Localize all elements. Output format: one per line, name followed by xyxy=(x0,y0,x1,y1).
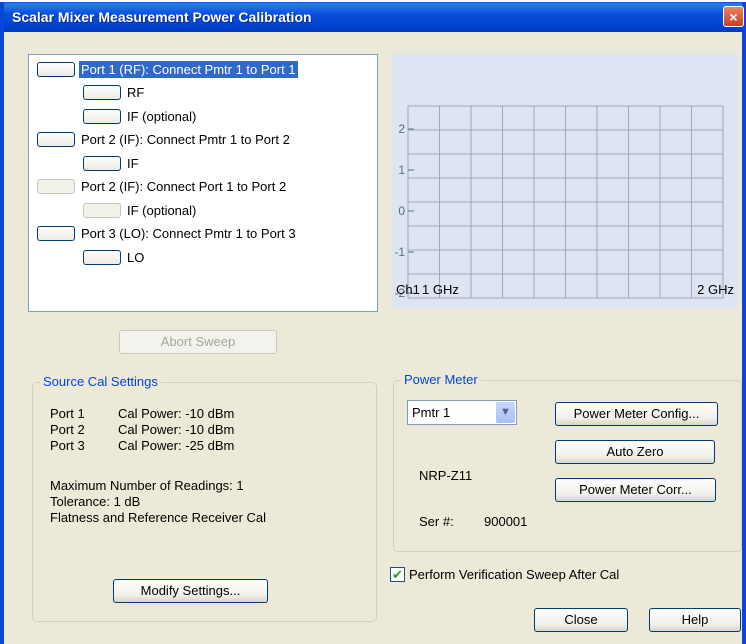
max-readings-text: Maximum Number of Readings: 1 xyxy=(50,478,244,493)
stop-frequency-label: 2 GHz xyxy=(697,282,734,297)
measure-step-button[interactable] xyxy=(37,61,75,77)
power-meter-model: NRP-Z11 xyxy=(419,468,473,483)
tree-row-label: Port 2 (IF): Connect Pmtr 1 to Port 2 xyxy=(81,132,290,147)
tolerance-text: Tolerance: 1 dB xyxy=(50,494,141,509)
power-meter-corr-button[interactable]: Power Meter Corr... xyxy=(555,478,716,502)
measure-step-button[interactable] xyxy=(37,132,75,147)
modify-settings-button[interactable]: Modify Settings... xyxy=(113,579,268,603)
tree-row-label: Port 3 (LO): Connect Pmtr 1 to Port 3 xyxy=(81,226,296,241)
power-meter-select[interactable]: Pmtr 1 ▼ xyxy=(407,400,517,425)
tree-row[interactable]: Port 3 (LO): Connect Pmtr 1 to Port 3 xyxy=(37,224,298,244)
preview-chart: 2 1 0 -1 -2 Ch1 1 GHz 2 GHz xyxy=(392,54,738,308)
tree-row[interactable]: Port 1 (RF): Connect Pmtr 1 to Port 1 xyxy=(37,59,298,79)
help-button[interactable]: Help xyxy=(649,608,741,632)
tree-row[interactable]: IF xyxy=(83,153,141,173)
channel-label: Ch1 xyxy=(396,282,420,297)
close-icon[interactable]: × xyxy=(723,6,744,27)
start-frequency-label: 1 GHz xyxy=(422,282,459,297)
serial-label: Ser #: xyxy=(419,514,454,529)
port-3-cal-power: Cal Power: -25 dBm xyxy=(118,438,235,453)
tree-row[interactable]: IF (optional) xyxy=(83,200,198,220)
measure-step-button[interactable] xyxy=(83,155,121,171)
y-tick-label: 2 xyxy=(398,122,405,136)
verification-label[interactable]: Perform Verification Sweep After Cal xyxy=(409,567,619,582)
port-2-cal-power: Cal Power: -10 dBm xyxy=(118,422,235,437)
port-2-label: Port 2 xyxy=(50,422,85,437)
measure-step-button[interactable] xyxy=(83,202,121,218)
serial-value: 900001 xyxy=(484,514,528,529)
tree-row[interactable]: Port 2 (IF): Connect Port 1 to Port 2 xyxy=(37,177,288,197)
measure-step-button[interactable] xyxy=(83,85,121,100)
title-bar[interactable]: Scalar Mixer Measurement Power Calibrati… xyxy=(4,2,744,32)
tree-row-label: IF (optional) xyxy=(127,108,197,124)
chart-grid: 210-1-2Ch1 1 GHz 2 GHz xyxy=(394,105,734,300)
flatness-text: Flatness and Reference Receiver Cal xyxy=(50,510,267,525)
abort-sweep-button[interactable]: Abort Sweep xyxy=(119,330,277,354)
tree-row[interactable]: RF xyxy=(83,83,146,103)
tree-row[interactable]: LO xyxy=(83,247,146,267)
tree-row-label: IF (optional) xyxy=(127,202,197,218)
window-title: Scalar Mixer Measurement Power Calibrati… xyxy=(12,9,312,25)
measure-step-button[interactable] xyxy=(37,179,75,194)
dialog-window: Scalar Mixer Measurement Power Calibrati… xyxy=(0,2,746,644)
dialog-body: Port 1 (RF): Connect Pmtr 1 to Port 1 RF I… xyxy=(4,32,742,644)
port-3-label: Port 3 xyxy=(50,438,85,453)
tree-row-label: LO xyxy=(127,249,145,265)
chevron-down-icon[interactable]: ▼ xyxy=(496,402,515,423)
y-tick-label: -1 xyxy=(394,245,405,259)
power-meter-title: Power Meter xyxy=(401,372,481,387)
port-1-label: Port 1 xyxy=(50,406,85,421)
port-1-cal-power: Cal Power: -10 dBm xyxy=(118,406,235,421)
measure-step-button[interactable] xyxy=(37,226,75,241)
tree-row-label: IF xyxy=(127,155,139,171)
close-button[interactable]: Close xyxy=(534,608,628,632)
power-meter-config-button[interactable]: Power Meter Config... xyxy=(555,402,718,426)
measure-step-button[interactable] xyxy=(83,249,121,265)
source-cal-settings-title: Source Cal Settings xyxy=(40,374,161,389)
y-tick-label: 0 xyxy=(398,204,405,218)
tree-row[interactable]: Port 2 (IF): Connect Pmtr 1 to Port 2 xyxy=(37,130,292,150)
calibration-steps-tree[interactable]: Port 1 (RF): Connect Pmtr 1 to Port 1 RF I… xyxy=(28,54,378,312)
tree-row-label: Port 1 (RF): Connect Pmtr 1 to Port 1 xyxy=(79,60,298,78)
tree-row[interactable]: IF (optional) xyxy=(83,106,198,126)
verification-checkbox[interactable]: ✔ xyxy=(390,567,405,582)
tree-row-label: Port 2 (IF): Connect Port 1 to Port 2 xyxy=(81,179,287,194)
tree-row-label: RF xyxy=(127,85,145,100)
power-meter-select-value: Pmtr 1 xyxy=(412,405,451,420)
y-tick-label: 1 xyxy=(398,163,405,177)
auto-zero-button[interactable]: Auto Zero xyxy=(555,440,715,464)
measure-step-button[interactable] xyxy=(83,108,121,124)
